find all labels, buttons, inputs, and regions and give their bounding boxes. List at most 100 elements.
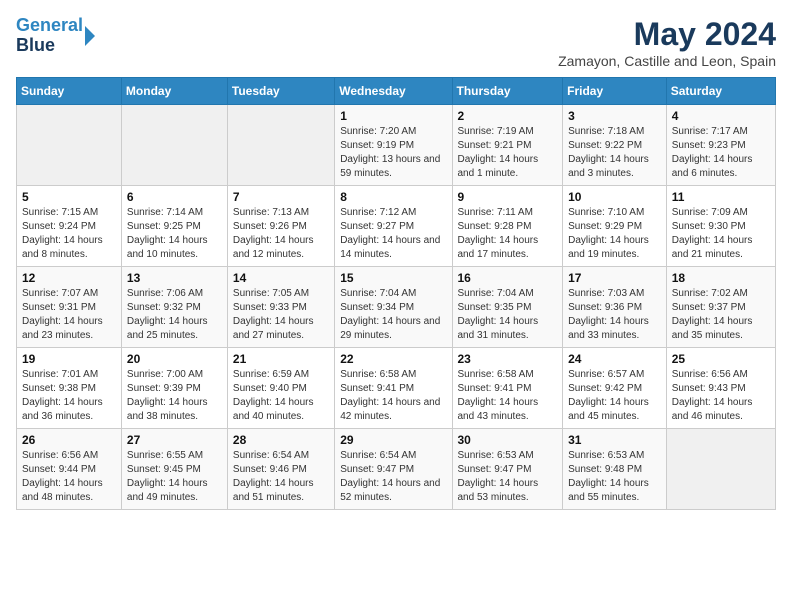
day-number: 2 bbox=[458, 109, 558, 123]
calendar-header-row: SundayMondayTuesdayWednesdayThursdayFrid… bbox=[17, 78, 776, 105]
calendar-cell: 20 Sunrise: 7:00 AMSunset: 9:39 PMDayligh… bbox=[121, 348, 227, 429]
calendar-cell bbox=[666, 429, 775, 510]
calendar-cell: 16Sunrise: 7:04 AMSunset: 9:35 PMDayligh… bbox=[452, 267, 563, 348]
day-number: 28 bbox=[233, 433, 329, 447]
day-number: 4 bbox=[672, 109, 770, 123]
day-info: Sunrise: 7:03 AMSunset: 9:36 PMDaylight:… bbox=[568, 287, 661, 343]
day-number: 8 bbox=[340, 190, 446, 204]
calendar-cell: 21Sunrise: 6:59 AMSunset: 9:40 PMDayligh… bbox=[227, 348, 334, 429]
day-info: Sunrise: 7:11 AMSunset: 9:28 PMDaylight:… bbox=[458, 206, 558, 262]
day-info: Sunrise: 7:01 AMSunset: 9:38 PMDaylight:… bbox=[22, 368, 116, 424]
day-info: Sunrise: 6:59 AMSunset: 9:40 PMDaylight:… bbox=[233, 368, 329, 424]
page-header: GeneralBlue May 2024 Zamayon, Castille a… bbox=[16, 16, 776, 69]
calendar-title: May 2024 bbox=[558, 16, 776, 53]
day-info: Sunrise: 7:18 AMSunset: 9:22 PMDaylight:… bbox=[568, 125, 661, 181]
day-number: 3 bbox=[568, 109, 661, 123]
day-info: Sunrise: 7:20 AMSunset: 9:19 PMDaylight:… bbox=[340, 125, 446, 181]
calendar-cell: 26Sunrise: 6:56 AMSunset: 9:44 PMDayligh… bbox=[17, 429, 122, 510]
calendar-cell: 28 Sunrise: 6:54 AMSunset: 9:46 PMDayligh… bbox=[227, 429, 334, 510]
calendar-cell: 30Sunrise: 6:53 AMSunset: 9:47 PMDayligh… bbox=[452, 429, 563, 510]
calendar-subtitle: Zamayon, Castille and Leon, Spain bbox=[558, 53, 776, 69]
calendar-cell: 27 Sunrise: 6:55 AMSunset: 9:45 PMDayligh… bbox=[121, 429, 227, 510]
day-info: Sunrise: 6:57 AMSunset: 9:42 PMDaylight:… bbox=[568, 368, 661, 424]
day-info: Sunrise: 7:07 AMSunset: 9:31 PMDaylight:… bbox=[22, 287, 116, 343]
col-header-saturday: Saturday bbox=[666, 78, 775, 105]
day-number: 13 bbox=[127, 271, 222, 285]
col-header-sunday: Sunday bbox=[17, 78, 122, 105]
day-number: 20 bbox=[127, 352, 222, 366]
day-info: Sunrise: 7:19 AMSunset: 9:21 PMDaylight:… bbox=[458, 125, 558, 181]
day-number: 7 bbox=[233, 190, 329, 204]
calendar-cell: 25 Sunrise: 6:56 AMSunset: 9:43 PMDayligh… bbox=[666, 348, 775, 429]
calendar-cell: 5 Sunrise: 7:15 AMSunset: 9:24 PMDaylight… bbox=[17, 186, 122, 267]
day-info: Sunrise: 7:17 AMSunset: 9:23 PMDaylight:… bbox=[672, 125, 770, 181]
day-info: Sunrise: 6:55 AMSunset: 9:45 PMDaylight:… bbox=[127, 449, 222, 505]
calendar-cell: 17 Sunrise: 7:03 AMSunset: 9:36 PMDayligh… bbox=[563, 267, 667, 348]
logo: GeneralBlue bbox=[16, 16, 95, 56]
calendar-week-row: 5 Sunrise: 7:15 AMSunset: 9:24 PMDaylight… bbox=[17, 186, 776, 267]
calendar-cell: 13 Sunrise: 7:06 AMSunset: 9:32 PMDayligh… bbox=[121, 267, 227, 348]
day-number: 15 bbox=[340, 271, 446, 285]
day-info: Sunrise: 7:05 AMSunset: 9:33 PMDaylight:… bbox=[233, 287, 329, 343]
calendar-cell bbox=[17, 105, 122, 186]
day-info: Sunrise: 6:58 AMSunset: 9:41 PMDaylight:… bbox=[458, 368, 558, 424]
calendar-cell: 18Sunrise: 7:02 AMSunset: 9:37 PMDayligh… bbox=[666, 267, 775, 348]
calendar-table: SundayMondayTuesdayWednesdayThursdayFrid… bbox=[16, 77, 776, 510]
col-header-friday: Friday bbox=[563, 78, 667, 105]
day-info: Sunrise: 7:04 AMSunset: 9:34 PMDaylight:… bbox=[340, 287, 446, 343]
day-number: 9 bbox=[458, 190, 558, 204]
calendar-cell: 4 Sunrise: 7:17 AMSunset: 9:23 PMDaylight… bbox=[666, 105, 775, 186]
day-number: 14 bbox=[233, 271, 329, 285]
day-number: 31 bbox=[568, 433, 661, 447]
day-info: Sunrise: 7:10 AMSunset: 9:29 PMDaylight:… bbox=[568, 206, 661, 262]
day-number: 24 bbox=[568, 352, 661, 366]
calendar-cell: 23Sunrise: 6:58 AMSunset: 9:41 PMDayligh… bbox=[452, 348, 563, 429]
calendar-cell bbox=[121, 105, 227, 186]
col-header-tuesday: Tuesday bbox=[227, 78, 334, 105]
calendar-cell: 29Sunrise: 6:54 AMSunset: 9:47 PMDayligh… bbox=[335, 429, 452, 510]
calendar-cell: 8 Sunrise: 7:12 AMSunset: 9:27 PMDaylight… bbox=[335, 186, 452, 267]
day-info: Sunrise: 7:12 AMSunset: 9:27 PMDaylight:… bbox=[340, 206, 446, 262]
col-header-wednesday: Wednesday bbox=[335, 78, 452, 105]
day-info: Sunrise: 7:06 AMSunset: 9:32 PMDaylight:… bbox=[127, 287, 222, 343]
calendar-cell: 10 Sunrise: 7:10 AMSunset: 9:29 PMDayligh… bbox=[563, 186, 667, 267]
calendar-cell: 31Sunrise: 6:53 AMSunset: 9:48 PMDayligh… bbox=[563, 429, 667, 510]
day-number: 25 bbox=[672, 352, 770, 366]
day-info: Sunrise: 7:04 AMSunset: 9:35 PMDaylight:… bbox=[458, 287, 558, 343]
calendar-cell: 7Sunrise: 7:13 AMSunset: 9:26 PMDaylight… bbox=[227, 186, 334, 267]
calendar-cell: 12 Sunrise: 7:07 AMSunset: 9:31 PMDayligh… bbox=[17, 267, 122, 348]
day-info: Sunrise: 7:09 AMSunset: 9:30 PMDaylight:… bbox=[672, 206, 770, 262]
col-header-thursday: Thursday bbox=[452, 78, 563, 105]
day-info: Sunrise: 6:58 AMSunset: 9:41 PMDaylight:… bbox=[340, 368, 446, 424]
col-header-monday: Monday bbox=[121, 78, 227, 105]
day-number: 18 bbox=[672, 271, 770, 285]
day-info: Sunrise: 6:54 AMSunset: 9:46 PMDaylight:… bbox=[233, 449, 329, 505]
day-number: 1 bbox=[340, 109, 446, 123]
calendar-cell: 24 Sunrise: 6:57 AMSunset: 9:42 PMDayligh… bbox=[563, 348, 667, 429]
calendar-cell: 2 Sunrise: 7:19 AMSunset: 9:21 PMDaylight… bbox=[452, 105, 563, 186]
calendar-week-row: 1 Sunrise: 7:20 AMSunset: 9:19 PMDaylight… bbox=[17, 105, 776, 186]
day-info: Sunrise: 6:56 AMSunset: 9:43 PMDaylight:… bbox=[672, 368, 770, 424]
calendar-week-row: 12 Sunrise: 7:07 AMSunset: 9:31 PMDayligh… bbox=[17, 267, 776, 348]
calendar-cell: 9 Sunrise: 7:11 AMSunset: 9:28 PMDaylight… bbox=[452, 186, 563, 267]
day-number: 10 bbox=[568, 190, 661, 204]
day-info: Sunrise: 7:15 AMSunset: 9:24 PMDaylight:… bbox=[22, 206, 116, 262]
calendar-cell: 6Sunrise: 7:14 AMSunset: 9:25 PMDaylight… bbox=[121, 186, 227, 267]
day-number: 29 bbox=[340, 433, 446, 447]
day-info: Sunrise: 6:53 AMSunset: 9:47 PMDaylight:… bbox=[458, 449, 558, 505]
calendar-cell: 1 Sunrise: 7:20 AMSunset: 9:19 PMDaylight… bbox=[335, 105, 452, 186]
day-number: 17 bbox=[568, 271, 661, 285]
day-info: Sunrise: 7:00 AMSunset: 9:39 PMDaylight:… bbox=[127, 368, 222, 424]
day-number: 5 bbox=[22, 190, 116, 204]
day-number: 26 bbox=[22, 433, 116, 447]
day-number: 19 bbox=[22, 352, 116, 366]
title-block: May 2024 Zamayon, Castille and Leon, Spa… bbox=[558, 16, 776, 69]
day-number: 12 bbox=[22, 271, 116, 285]
day-info: Sunrise: 7:14 AMSunset: 9:25 PMDaylight:… bbox=[127, 206, 222, 262]
calendar-cell: 22 Sunrise: 6:58 AMSunset: 9:41 PMDayligh… bbox=[335, 348, 452, 429]
calendar-cell bbox=[227, 105, 334, 186]
calendar-cell: 11Sunrise: 7:09 AMSunset: 9:30 PMDayligh… bbox=[666, 186, 775, 267]
day-number: 22 bbox=[340, 352, 446, 366]
logo-triangle-icon bbox=[85, 26, 95, 46]
day-number: 27 bbox=[127, 433, 222, 447]
